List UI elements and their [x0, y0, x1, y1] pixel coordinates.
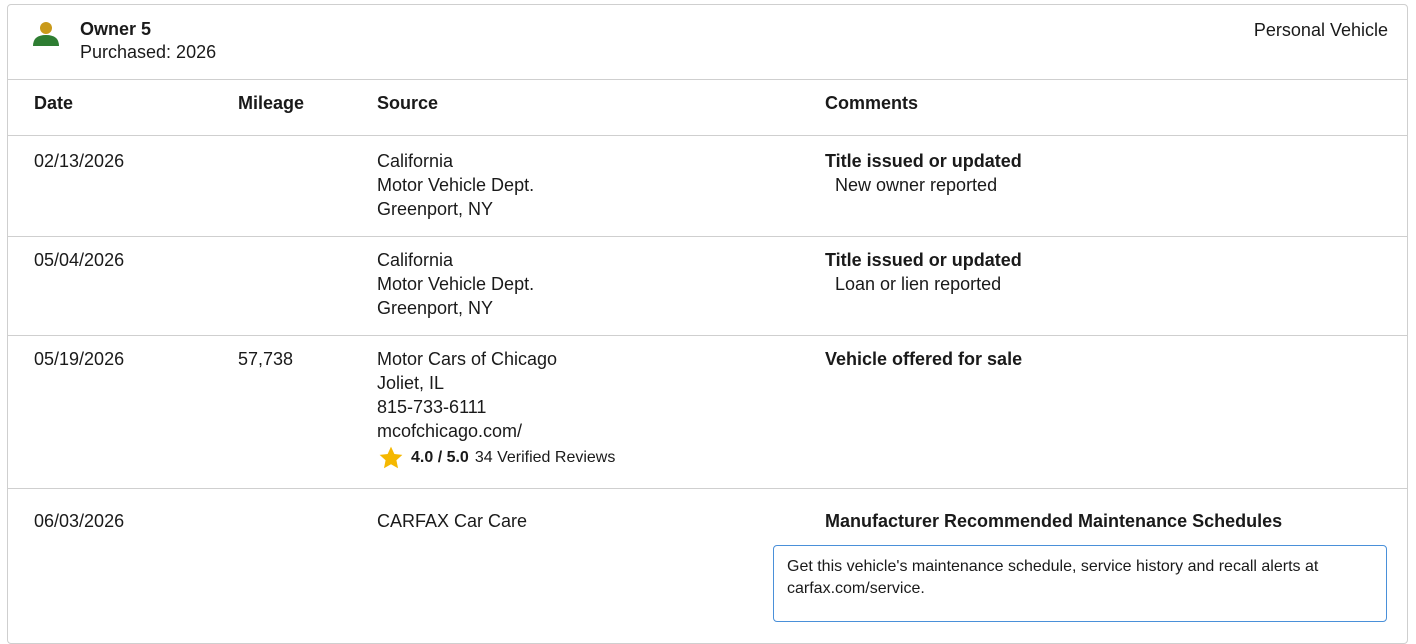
source-line: CARFAX Car Care — [377, 511, 528, 531]
record-mileage: 57,738 — [238, 349, 294, 369]
divider — [8, 488, 1407, 489]
rating-score: 4.0 / 5.0 — [411, 449, 469, 466]
comment-detail: New owner reported — [835, 175, 998, 195]
source-phone[interactable]: 815-733-6111 — [377, 395, 615, 419]
comment-title: Title issued or updated — [825, 151, 1022, 171]
divider — [8, 236, 1407, 237]
record-comments: Vehicle offered for sale — [825, 347, 1022, 371]
rating-reviews: 34 Verified Reviews — [474, 449, 616, 466]
record-source: California Motor Vehicle Dept. Greenport… — [377, 248, 534, 320]
record-date: 02/13/2026 — [34, 151, 125, 171]
source-line: California — [377, 151, 454, 171]
record-comments: Title issued or updated New owner report… — [825, 149, 1022, 197]
source-website-link[interactable]: mcofchicago.com/ — [377, 419, 615, 443]
column-header-comments: Comments — [825, 93, 919, 113]
record-date: 05/04/2026 — [34, 250, 125, 270]
source-dealer-name[interactable]: Motor Cars of Chicago — [377, 347, 615, 371]
source-line: California — [377, 250, 454, 270]
column-header-source: Source — [377, 93, 439, 113]
column-header-mileage: Mileage — [238, 93, 305, 113]
person-icon — [33, 22, 59, 46]
record-date: 06/03/2026 — [34, 511, 125, 531]
divider — [8, 135, 1407, 136]
source-line: Motor Vehicle Dept. — [377, 175, 535, 195]
column-header-date: Date — [34, 93, 74, 113]
source-line: Greenport, NY — [377, 199, 494, 219]
comment-detail: Loan or lien reported — [835, 274, 1002, 294]
record-source: Motor Cars of Chicago Joliet, IL 815-733… — [377, 347, 615, 471]
record-comments: Manufacturer Recommended Maintenance Sch… — [825, 509, 1282, 533]
owner-header: Owner 5 Purchased: 2026 Personal Vehicle — [8, 5, 1407, 80]
record-comments: Title issued or updated Loan or lien rep… — [825, 248, 1022, 296]
owner-purchased: Purchased: 2026 — [80, 42, 217, 62]
owner-name: Owner 5 — [80, 19, 152, 39]
comment-title: Title issued or updated — [825, 250, 1022, 270]
comment-title: Vehicle offered for sale — [825, 349, 1023, 369]
source-line: Joliet, IL — [377, 373, 445, 393]
owner-history-card: Owner 5 Purchased: 2026 Personal Vehicle… — [7, 4, 1408, 644]
star-icon — [379, 446, 403, 469]
maintenance-info-box[interactable]: Get this vehicle's maintenance schedule,… — [773, 545, 1387, 622]
record-source: California Motor Vehicle Dept. Greenport… — [377, 149, 534, 221]
divider — [8, 335, 1407, 336]
comment-title: Manufacturer Recommended Maintenance Sch… — [825, 511, 1283, 531]
record-source: CARFAX Car Care — [377, 509, 527, 533]
record-date: 05/19/2026 — [34, 349, 125, 369]
source-line: Greenport, NY — [377, 298, 494, 318]
dealer-rating[interactable]: 4.0 / 5.0 34 Verified Reviews — [377, 445, 615, 471]
vehicle-type: Personal Vehicle — [1253, 20, 1388, 40]
source-line: Motor Vehicle Dept. — [377, 274, 535, 294]
